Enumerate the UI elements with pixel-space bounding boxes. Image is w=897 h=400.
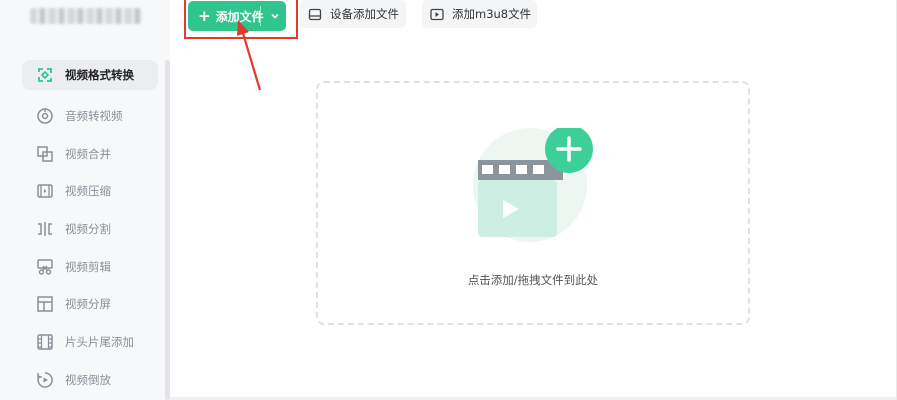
sidebar-item-label: 视频倒放 bbox=[65, 372, 111, 387]
sidebar-item-audio-to-video[interactable]: 音频转视频 bbox=[22, 97, 158, 135]
file-drop-zone[interactable]: 点击添加/拖拽文件到此处 bbox=[316, 81, 750, 325]
play-file-icon bbox=[430, 7, 446, 21]
disc-icon bbox=[36, 107, 54, 125]
add-m3u8-label: 添加m3u8文件 bbox=[452, 7, 532, 21]
app-logo bbox=[30, 8, 142, 24]
scissors-icon bbox=[36, 258, 54, 276]
sidebar-item-video-reverse[interactable]: 视频倒放 bbox=[22, 361, 158, 399]
sidebar-item-label: 片头片尾添加 bbox=[65, 334, 134, 349]
annotation-arrow bbox=[237, 20, 262, 91]
sidebar-item-video-split[interactable]: 视频分割 bbox=[22, 210, 158, 248]
convert-icon bbox=[36, 66, 54, 84]
drop-zone-hint: 点击添加/拖拽文件到此处 bbox=[467, 273, 599, 287]
sidebar-item-video-compress[interactable]: 视频压缩 bbox=[22, 172, 158, 210]
sidebar-item-label: 视频分割 bbox=[65, 221, 111, 236]
sidebar-item-video-merge[interactable]: 视频合并 bbox=[22, 135, 158, 173]
compress-icon bbox=[36, 182, 54, 200]
film-icon bbox=[36, 333, 54, 351]
add-m3u8-button[interactable]: 添加m3u8文件 bbox=[422, 0, 537, 28]
sidebar-item-video-edit[interactable]: 视频剪辑 bbox=[22, 248, 158, 286]
split-screen-icon bbox=[36, 295, 54, 313]
sidebar-item-intro-outro[interactable]: 片头片尾添加 bbox=[22, 323, 158, 361]
sidebar-item-label: 视频压缩 bbox=[65, 184, 111, 199]
sidebar: 视频格式转换 音频转视频 视频合并 视频压缩 视频分割 视频剪辑 视频分屏 片头… bbox=[0, 0, 170, 400]
add-video-illustration bbox=[473, 128, 593, 242]
sidebar-item-label: 视频分屏 bbox=[65, 297, 111, 312]
drive-icon bbox=[308, 7, 324, 21]
device-add-file-button[interactable]: 设备添加文件 bbox=[300, 0, 406, 28]
sidebar-item-split-screen[interactable]: 视频分屏 bbox=[22, 285, 158, 323]
sidebar-item-label: 视频格式转换 bbox=[65, 68, 134, 82]
split-icon bbox=[36, 220, 54, 238]
sidebar-scrollbar[interactable] bbox=[165, 60, 170, 400]
sidebar-item-label: 视频合并 bbox=[65, 146, 111, 161]
merge-icon bbox=[36, 145, 54, 163]
device-add-file-label: 设备添加文件 bbox=[330, 7, 399, 21]
sidebar-item-label: 音频转视频 bbox=[65, 108, 123, 123]
sidebar-item-format-convert[interactable]: 视频格式转换 bbox=[22, 60, 158, 90]
reverse-play-icon bbox=[36, 371, 54, 389]
sidebar-menu: 视频格式转换 音频转视频 视频合并 视频压缩 视频分割 视频剪辑 视频分屏 片头… bbox=[22, 60, 158, 399]
sidebar-item-label: 视频剪辑 bbox=[65, 259, 111, 274]
